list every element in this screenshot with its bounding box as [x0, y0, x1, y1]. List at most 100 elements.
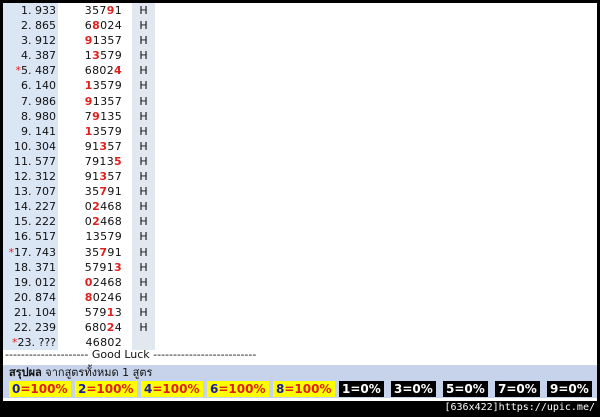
row-digits: 57913: [68, 259, 132, 275]
row-index: 7. 986: [3, 93, 58, 109]
digit: 9: [99, 305, 107, 319]
digit: 3: [84, 245, 93, 259]
digit: 5: [84, 305, 93, 319]
row-flag: H: [132, 48, 155, 64]
row-flag: H: [132, 199, 155, 215]
badge-percent: =100%: [284, 382, 332, 396]
digit: 3: [84, 4, 93, 17]
digit: 1: [114, 185, 122, 199]
digit: 1: [106, 260, 115, 274]
row-digits: 13579: [68, 229, 132, 245]
row-digits: 79135: [68, 153, 132, 170]
digit: 6: [84, 19, 93, 33]
row-digits: 35791: [68, 244, 132, 260]
result-panel: 1. 933 35791 H 2. 865 68024 H 3. 912 91357 H 4. 3…: [3, 3, 597, 414]
digit: 8: [84, 290, 93, 304]
row-number: 6.: [21, 79, 32, 93]
digit: 4: [114, 320, 122, 334]
row-index: 21. 104: [3, 304, 58, 320]
digit: 7: [99, 4, 107, 17]
row-value: 980: [31, 109, 56, 123]
digit: 1: [92, 94, 101, 108]
row-value: 986: [31, 94, 56, 108]
digit: 7: [107, 79, 115, 93]
row-number: 17.: [14, 245, 32, 259]
row-flag: H: [132, 108, 155, 124]
row-number: 10.: [14, 139, 32, 153]
row-digits: 13579: [68, 48, 132, 64]
row-flag: H: [132, 304, 155, 320]
row-value: 227: [31, 200, 56, 214]
digit: 4: [114, 64, 122, 78]
row-number: 8.: [21, 109, 32, 123]
row-digits: 35791: [68, 3, 132, 19]
result-row: 20. 874 80246 H: [3, 289, 597, 305]
digit: 7: [114, 94, 122, 108]
digit-badge-4: 4=100%: [141, 381, 203, 397]
badge-percent: =0%: [350, 382, 381, 396]
digit: 7: [114, 139, 122, 153]
badge-percent: =0%: [558, 382, 589, 396]
result-row: 4. 387 13579 H: [3, 48, 597, 64]
digit: 3: [107, 109, 115, 123]
row-number: 20.: [14, 290, 32, 304]
digit: 3: [84, 185, 93, 199]
row-number: 21.: [14, 305, 32, 319]
row-flag: H: [132, 319, 155, 336]
row-number: 2.: [21, 19, 32, 33]
digit-badge-2: 2=100%: [75, 381, 137, 397]
digit: 0: [84, 215, 93, 229]
result-row: *17. 743 35791 H: [3, 244, 597, 260]
row-flag: H: [132, 18, 155, 34]
digit: 9: [114, 124, 122, 138]
digit: 3: [114, 260, 122, 274]
row-number: 5.: [21, 64, 32, 78]
digit: 2: [92, 215, 101, 229]
badge-percent: =100%: [152, 382, 200, 396]
result-row: 16. 517 13579 H: [3, 229, 597, 245]
row-flag: H: [132, 169, 155, 185]
row-value: 104: [31, 305, 56, 319]
digit: 1: [84, 124, 93, 138]
row-value: 865: [31, 19, 56, 33]
digit: 9: [84, 170, 93, 184]
result-row: 14. 227 02468 H: [3, 199, 597, 215]
row-index: 16. 517: [3, 229, 58, 245]
row-digits: 13579: [68, 78, 132, 94]
row-flag: H: [132, 63, 155, 79]
digit: 1: [84, 49, 93, 63]
row-number: 11.: [14, 154, 32, 168]
row-digits: 57913: [68, 304, 132, 320]
digit: 9: [106, 4, 115, 17]
badge-percent: =0%: [402, 382, 433, 396]
digit: 5: [114, 109, 122, 123]
row-digits: 79135: [68, 108, 132, 124]
row-flag: H: [132, 153, 155, 170]
row-number: 9.: [21, 124, 32, 138]
digit: 2: [92, 275, 101, 289]
digit: 6: [84, 320, 93, 334]
row-value: 517: [31, 230, 56, 244]
row-index: 11. 577: [3, 153, 58, 170]
row-index: 9. 141: [3, 123, 58, 139]
row-number: 22.: [14, 320, 32, 334]
digit: 9: [99, 260, 107, 274]
row-index: 6. 140: [3, 78, 58, 94]
result-row: 21. 104 57913 H: [3, 304, 597, 320]
row-flag: H: [132, 78, 155, 94]
digit-badge-0: 0=100%: [9, 381, 71, 397]
result-row: 13. 707 35791 H: [3, 184, 597, 200]
digit: 1: [92, 34, 101, 48]
result-row: 10. 304 91357 H: [3, 138, 597, 154]
row-value: 912: [31, 34, 56, 48]
digit: 9: [84, 139, 93, 153]
row-index: 14. 227: [3, 199, 58, 215]
row-flag: H: [132, 274, 155, 290]
digit: 8: [114, 215, 122, 229]
row-digits: 91357: [68, 138, 132, 154]
row-value: 012: [31, 275, 56, 289]
digit: 7: [114, 34, 122, 48]
digit: 4: [107, 290, 115, 304]
digit: 9: [107, 245, 115, 259]
row-digits: 13579: [68, 123, 132, 139]
